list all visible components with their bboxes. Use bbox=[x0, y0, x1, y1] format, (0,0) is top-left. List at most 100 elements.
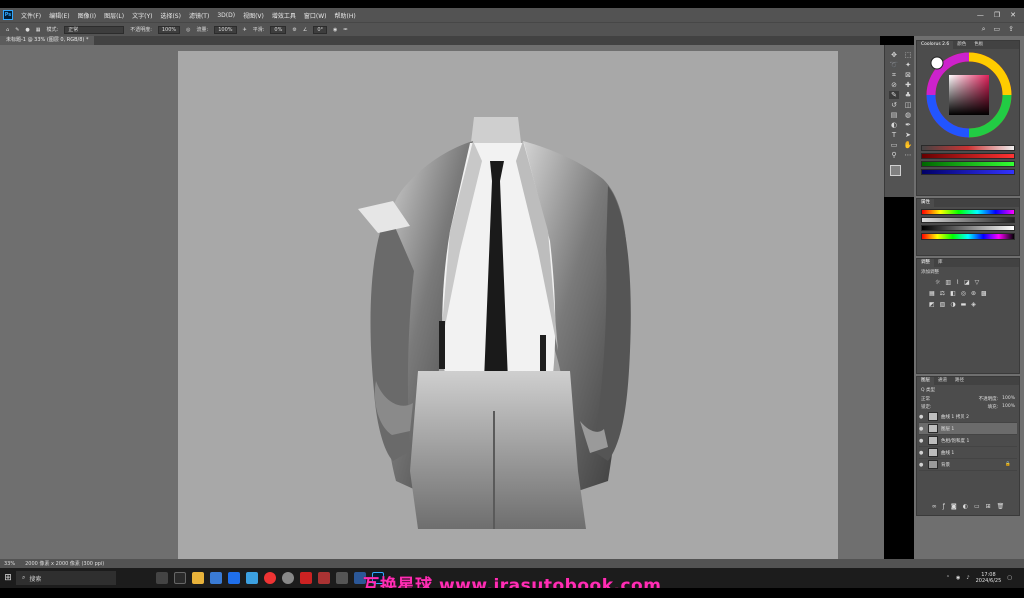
rgb-slider-g[interactable] bbox=[921, 161, 1015, 167]
color-balance-icon[interactable]: ⚖ bbox=[940, 290, 945, 297]
brush-icon[interactable]: ✎ bbox=[889, 91, 899, 99]
menu-type[interactable]: 文字(Y) bbox=[128, 11, 156, 20]
frame-icon[interactable]: ⊠ bbox=[903, 71, 913, 79]
airbrush-icon[interactable]: ✈ bbox=[243, 27, 247, 33]
zoom-level[interactable]: 33% bbox=[4, 561, 15, 567]
share-icon[interactable]: ⇪ bbox=[1008, 25, 1014, 34]
more-tools-icon[interactable]: ⋯ bbox=[903, 151, 913, 159]
maximize-button[interactable]: ❐ bbox=[994, 11, 1000, 19]
tab-properties[interactable]: 属性 bbox=[917, 199, 934, 207]
new-group-icon[interactable]: ▭ bbox=[974, 503, 980, 510]
layer-row[interactable]: ● 曲线 1 bbox=[919, 447, 1017, 459]
visibility-eye-icon[interactable]: ● bbox=[919, 414, 925, 420]
menu-plugins[interactable]: 增效工具 bbox=[268, 11, 300, 20]
pen-icon[interactable]: ✒ bbox=[903, 121, 913, 129]
smooth-options-icon[interactable]: ⚙ bbox=[292, 27, 296, 33]
tab-adjustments[interactable]: 调整 bbox=[917, 259, 934, 267]
brightness-slider[interactable] bbox=[921, 225, 1015, 231]
tab-swatches[interactable]: 色板 bbox=[970, 41, 987, 49]
eyedropper-icon[interactable]: ⊘ bbox=[889, 81, 899, 89]
visibility-eye-icon[interactable]: ● bbox=[919, 438, 925, 444]
search-icon[interactable]: ⌕ bbox=[982, 25, 986, 34]
threshold-icon[interactable]: ◑ bbox=[950, 301, 955, 308]
hsb-slider-h[interactable] bbox=[921, 145, 1015, 151]
photo-filter-icon[interactable]: ◎ bbox=[961, 290, 966, 297]
history-brush-icon[interactable]: ↺ bbox=[889, 101, 899, 109]
color-wheel[interactable] bbox=[917, 49, 1021, 139]
hue-slider[interactable] bbox=[921, 209, 1015, 215]
brush-size-icon[interactable]: ● bbox=[25, 27, 29, 33]
layer-row[interactable]: ● 背景 🔒 bbox=[919, 459, 1017, 471]
visibility-eye-icon[interactable]: ● bbox=[919, 450, 925, 456]
home-icon[interactable]: ⌂ bbox=[6, 27, 9, 33]
exposure-icon[interactable]: ◪ bbox=[964, 279, 970, 286]
levels-icon[interactable]: ▥ bbox=[945, 279, 951, 286]
curves-icon[interactable]: ⌇ bbox=[956, 279, 959, 286]
menu-layer[interactable]: 图层(L) bbox=[100, 11, 128, 20]
foreground-color[interactable] bbox=[890, 165, 901, 176]
move-icon[interactable]: ✥ bbox=[889, 51, 899, 59]
tab-channels[interactable]: 通道 bbox=[934, 377, 951, 385]
menu-filter[interactable]: 滤镜(T) bbox=[185, 11, 213, 20]
angle-field[interactable]: 0° bbox=[313, 25, 328, 34]
tab-paths[interactable]: 路径 bbox=[951, 377, 968, 385]
tab-color[interactable]: 颜色 bbox=[953, 41, 970, 49]
rgb-slider-r[interactable] bbox=[921, 153, 1015, 159]
crop-icon[interactable]: ⌗ bbox=[889, 71, 899, 79]
menu-image[interactable]: 图像(I) bbox=[74, 11, 100, 20]
add-mask-icon[interactable]: ◙ bbox=[951, 503, 957, 510]
invert-icon[interactable]: ◩ bbox=[929, 301, 935, 308]
menu-window[interactable]: 窗口(W) bbox=[300, 11, 331, 20]
fx-icon[interactable]: ƒ bbox=[943, 503, 945, 510]
blend-mode-select[interactable]: 正常 bbox=[921, 396, 930, 402]
mode-select[interactable]: 正常 bbox=[64, 25, 125, 34]
zoom-icon[interactable]: ⚲ bbox=[889, 151, 899, 159]
shape-icon[interactable]: ▭ bbox=[889, 141, 899, 149]
channel-mixer-icon[interactable]: ⊛ bbox=[971, 290, 976, 297]
brightness-icon[interactable]: ☼ bbox=[935, 279, 940, 286]
vibrance-icon[interactable]: ▽ bbox=[975, 279, 980, 286]
menu-select[interactable]: 选择(S) bbox=[156, 11, 185, 20]
menu-file[interactable]: 文件(F) bbox=[17, 11, 45, 20]
brush-preset-icon[interactable]: ✎ bbox=[15, 27, 19, 33]
selective-color-icon[interactable]: ◈ bbox=[971, 301, 976, 308]
gradient-icon[interactable]: ▤ bbox=[889, 111, 899, 119]
lasso-icon[interactable]: ➰ bbox=[889, 61, 899, 69]
delete-layer-icon[interactable]: 🗑 bbox=[997, 503, 1005, 510]
minimize-button[interactable]: — bbox=[977, 11, 984, 19]
eraser-icon[interactable]: ◫ bbox=[903, 101, 913, 109]
close-button[interactable]: ✕ bbox=[1010, 11, 1016, 19]
layer-row[interactable]: ● 色相/饱和度 1 bbox=[919, 435, 1017, 447]
new-layer-icon[interactable]: ⊞ bbox=[986, 503, 991, 510]
dodge-icon[interactable]: ◐ bbox=[889, 121, 899, 129]
tab-libraries[interactable]: 库 bbox=[934, 259, 947, 267]
smooth-field[interactable]: 0% bbox=[270, 25, 287, 34]
clone-stamp-icon[interactable]: ♣ bbox=[903, 91, 913, 99]
gradient-map-icon[interactable]: ▬ bbox=[961, 301, 967, 308]
rgb-slider-b[interactable] bbox=[921, 169, 1015, 175]
color-swatches[interactable] bbox=[890, 165, 910, 189]
posterize-icon[interactable]: ▧ bbox=[940, 301, 946, 308]
menu-edit[interactable]: 编辑(E) bbox=[45, 11, 73, 20]
blur-icon[interactable]: ◍ bbox=[903, 111, 913, 119]
symmetry-icon[interactable]: ⚮ bbox=[343, 27, 347, 33]
brush-panel-icon[interactable]: ▦ bbox=[36, 27, 41, 33]
path-select-icon[interactable]: ➤ bbox=[903, 131, 913, 139]
tab-coolorus[interactable]: Coolorus 2.6 bbox=[917, 41, 954, 49]
opacity-field[interactable]: 100% bbox=[157, 25, 181, 34]
bw-icon[interactable]: ◧ bbox=[950, 290, 956, 297]
healing-icon[interactable]: ✚ bbox=[903, 81, 913, 89]
spectrum-bar[interactable] bbox=[921, 233, 1015, 240]
link-layers-icon[interactable]: ∞ bbox=[932, 503, 937, 510]
document-tab[interactable]: 未标题-1 @ 33% (图层 0, RGB/8) * bbox=[0, 36, 95, 45]
pressure-opacity-icon[interactable]: ◎ bbox=[186, 27, 190, 33]
tab-layers[interactable]: 图层 bbox=[917, 377, 934, 385]
magic-wand-icon[interactable]: ✦ bbox=[903, 61, 913, 69]
menu-help[interactable]: 帮助(H) bbox=[331, 11, 360, 20]
workspace-icon[interactable]: ▭ bbox=[994, 25, 1001, 34]
flow-field[interactable]: 100% bbox=[214, 25, 237, 34]
layer-row[interactable]: ● 图层 1 bbox=[919, 423, 1017, 435]
fill-field[interactable]: 100% bbox=[1002, 404, 1015, 410]
menu-3d[interactable]: 3D(D) bbox=[213, 12, 239, 19]
visibility-eye-icon[interactable]: ● bbox=[919, 426, 925, 432]
